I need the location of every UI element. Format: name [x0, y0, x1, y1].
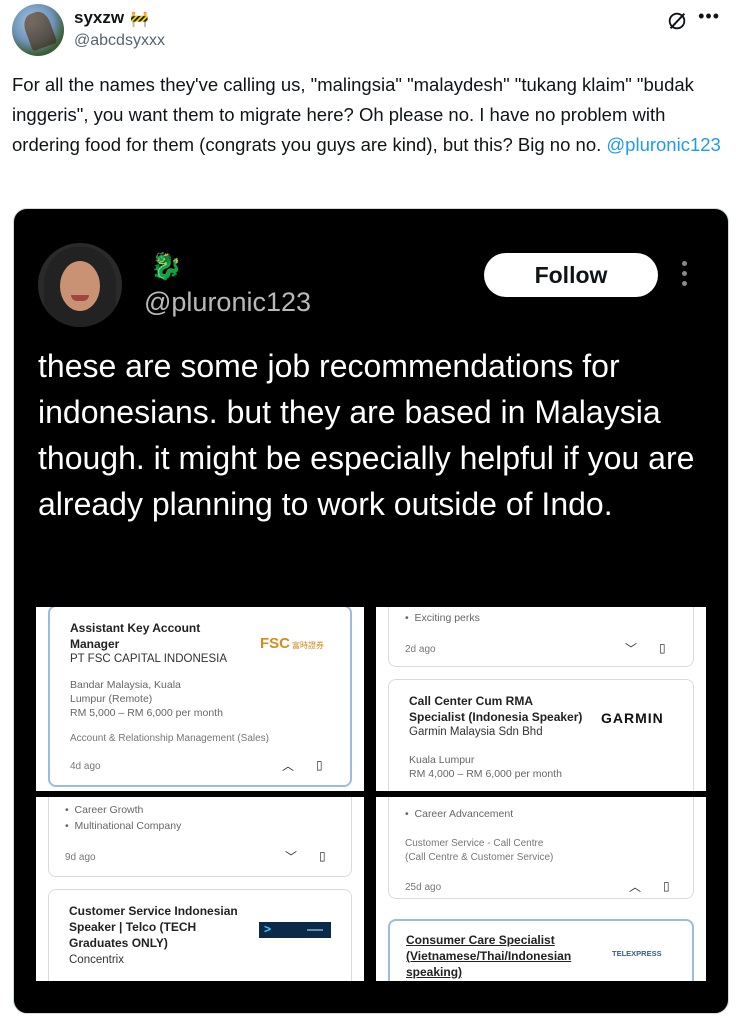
job-title: Assistant Key Account: [70, 621, 201, 635]
job-salary: RM 5,000 – RM 6,000 per month: [70, 707, 223, 719]
job-bullet: • Career Growth: [65, 804, 144, 816]
job-tile-1: Assistant Key Account Manager PT FSC CAP…: [36, 607, 364, 791]
chevron-up-icon: ︿: [282, 759, 295, 773]
bookmark-icon: ▯: [659, 641, 666, 655]
job-company: Concentrix: [69, 954, 124, 966]
job-company: PT FSC CAPITAL INDONESIA: [70, 653, 227, 665]
job-title: Manager: [70, 637, 120, 651]
chevron-down-icon: ﹀: [285, 850, 298, 864]
job-tile-2: • Exciting perks 2d ago ﹀ ▯ Call Center …: [376, 607, 706, 791]
author-avatar[interactable]: [12, 4, 64, 56]
chevron-down-icon: ﹀: [625, 642, 638, 656]
job-card-fsc: Assistant Key Account Manager PT FSC CAP…: [48, 607, 352, 787]
company-logo: TELEXPRESS: [612, 949, 662, 958]
job-title: Speaker | Telco (TECH: [69, 920, 197, 934]
embedded-more-icon: [682, 261, 690, 291]
job-category: Customer Service - Call Centre: [405, 838, 544, 849]
bookmark-icon: ▯: [663, 879, 670, 893]
company-logo: [259, 922, 331, 938]
job-title: (Vietnamese/Thai/Indonesian: [406, 949, 572, 963]
job-perk: • Exciting perks: [405, 612, 480, 624]
author-badge: 🚧: [130, 10, 149, 28]
job-category: Account & Relationship Management (Sales…: [70, 733, 269, 744]
job-card-prev: • Career Growth • Multinational Company …: [48, 797, 352, 877]
job-card-prev: • Exciting perks 2d ago ﹀ ▯: [388, 607, 694, 667]
job-card-telexpress: Consumer Care Specialist (Vietnamese/Tha…: [388, 919, 694, 981]
job-title: Call Center Cum RMA: [409, 694, 534, 708]
job-age: 25d ago: [405, 882, 442, 893]
job-salary: RM 4,000 – RM 6,000 per month: [409, 768, 562, 780]
job-age: 2d ago: [405, 644, 436, 655]
job-bullet: • Multinational Company: [65, 820, 182, 832]
author-handle[interactable]: @abcdsyxxx: [74, 32, 165, 50]
grok-icon[interactable]: [666, 10, 688, 32]
job-title: Customer Service Indonesian: [69, 904, 238, 918]
embedded-handle: @pluronic123: [144, 287, 312, 317]
job-card-prev: • Career Advancement Customer Service - …: [388, 797, 694, 899]
job-bullet: • Career Advancement: [405, 808, 514, 820]
bookmark-icon: ▯: [319, 849, 326, 863]
post-media-image[interactable]: 🐉 @pluronic123 Follow these are some job…: [13, 208, 729, 1014]
embedded-follow-button: Follow: [484, 253, 658, 297]
dragon-icon: 🐉: [150, 251, 183, 281]
more-options-icon[interactable]: •••: [698, 6, 720, 27]
job-card-concentrix: Customer Service Indonesian Speaker | Te…: [48, 889, 352, 981]
post-header: syxzw 🚧 @abcdsyxxx •••: [12, 4, 724, 56]
company-logo: GARMIN: [601, 710, 664, 726]
post-text: For all the names they've calling us, "m…: [12, 74, 721, 155]
job-tile-4: • Career Advancement Customer Service - …: [376, 797, 706, 981]
author-name[interactable]: syxzw 🚧: [74, 8, 149, 28]
job-location: Bandar Malaysia, Kuala: [70, 679, 181, 691]
job-title: Specialist (Indonesia Speaker): [409, 710, 583, 724]
job-age: 4d ago: [70, 761, 101, 772]
job-age: 9d ago: [65, 852, 96, 863]
company-logo: FSC 富時證券: [260, 635, 324, 652]
chevron-up-icon: ︿: [629, 880, 642, 894]
job-company: Garmin Malaysia Sdn Bhd: [409, 726, 543, 738]
job-category: (Call Centre & Customer Service): [405, 852, 554, 863]
job-tile-3: • Career Growth • Multinational Company …: [36, 797, 364, 981]
job-title: speaking): [406, 965, 463, 979]
job-card-garmin: Call Center Cum RMA Specialist (Indonesi…: [388, 679, 694, 791]
job-location: Kuala Lumpur: [409, 754, 475, 766]
job-title: Graduates ONLY): [69, 936, 168, 950]
mention-link[interactable]: @pluronic123: [606, 134, 720, 155]
embedded-text: these are some job recommendations for i…: [38, 348, 695, 522]
job-location: Lumpur (Remote): [70, 693, 153, 705]
job-title: Consumer Care Specialist: [406, 933, 555, 947]
bookmark-icon: ▯: [316, 758, 323, 772]
embedded-avatar: [38, 243, 122, 327]
